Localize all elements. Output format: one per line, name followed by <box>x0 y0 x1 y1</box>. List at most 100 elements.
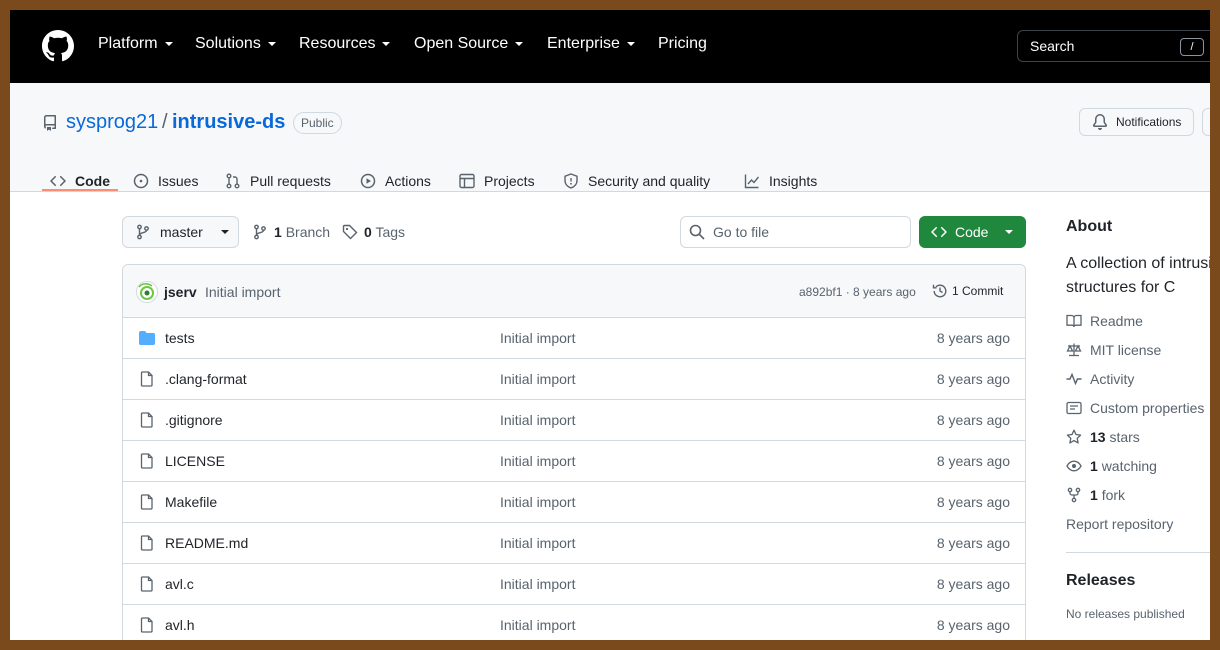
repo-icon <box>44 115 56 131</box>
tab-issues[interactable]: Issues <box>133 169 198 192</box>
license-link[interactable]: MIT license <box>1066 342 1161 358</box>
git-pull-request-icon <box>226 173 240 188</box>
tab-pull-requests[interactable]: Pull requests <box>225 169 331 192</box>
repo-owner-link[interactable]: sysprog21 <box>66 111 158 134</box>
file-row[interactable]: Makefile Initial import 8 years ago <box>123 481 1025 522</box>
folder-icon <box>139 331 155 345</box>
file-icon <box>140 576 153 592</box>
file-age: 8 years ago <box>936 576 1010 592</box>
activity-link[interactable]: Activity <box>1066 371 1134 387</box>
tab-actions[interactable]: Actions <box>360 169 431 192</box>
repo-name-link[interactable]: intrusive-ds <box>172 111 285 134</box>
file-icon <box>140 494 153 510</box>
file-name-link[interactable]: avl.h <box>165 617 195 633</box>
tab-code-label: Code <box>75 172 110 189</box>
releases-heading[interactable]: Releases <box>1066 572 1135 590</box>
nav-open-source[interactable]: Open Source <box>414 35 524 53</box>
file-commit-message[interactable]: Initial import <box>500 371 575 387</box>
file-age: 8 years ago <box>936 535 1010 551</box>
file-row[interactable]: tests Initial import 8 years ago <box>123 317 1025 358</box>
forks-link[interactable]: 1 fork <box>1066 487 1125 503</box>
file-row[interactable]: LICENSE Initial import 8 years ago <box>123 440 1025 481</box>
watchers-link[interactable]: 1 watching <box>1066 458 1157 474</box>
code-dropdown-button[interactable]: Code <box>919 216 1026 248</box>
tab-issues-label: Issues <box>158 172 199 189</box>
commit-author-link[interactable]: jserv <box>164 284 197 300</box>
nav-platform-label: Platform <box>98 35 158 52</box>
tab-insights[interactable]: Insights <box>744 169 817 192</box>
file-commit-message[interactable]: Initial import <box>500 330 575 346</box>
branches-link[interactable]: 1 Branch <box>252 224 330 240</box>
custom-properties-label: Custom properties <box>1090 400 1205 416</box>
file-commit-message[interactable]: Initial import <box>500 412 575 428</box>
go-to-file-input[interactable]: Go to file <box>680 216 911 248</box>
commits-history-link[interactable]: 1 Commit <box>932 283 1003 299</box>
notifications-label: Notifications <box>1116 115 1182 129</box>
nav-enterprise-label: Enterprise <box>547 35 620 52</box>
tags-link[interactable]: 0 Tags <box>342 224 405 240</box>
file-row[interactable]: avl.h Initial import 8 years ago <box>123 604 1025 640</box>
custom-properties-link[interactable]: Custom properties <box>1066 400 1204 416</box>
file-row[interactable]: .clang-format Initial import 8 years ago <box>123 358 1025 399</box>
notifications-button[interactable]: Notifications <box>1079 108 1194 136</box>
tab-projects[interactable]: Projects <box>459 169 535 192</box>
tag-label: Tags <box>375 224 406 240</box>
readme-link[interactable]: Readme <box>1066 313 1143 329</box>
avatar[interactable] <box>136 281 158 303</box>
chevron-down-icon <box>626 42 635 46</box>
file-name-link[interactable]: LICENSE <box>165 453 225 469</box>
code-icon <box>50 175 66 186</box>
file-age: 8 years ago <box>936 453 1010 469</box>
file-age: 8 years ago <box>936 617 1010 633</box>
file-commit-message[interactable]: Initial import <box>500 535 575 551</box>
branch-select-button[interactable]: master <box>122 216 239 248</box>
tab-pull-requests-label: Pull requests <box>250 172 331 189</box>
commit-hash-age[interactable]: a892bf1 · 8 years ago <box>799 285 916 299</box>
file-icon <box>140 453 153 469</box>
git-branch-icon <box>254 224 266 240</box>
tag-count: 0 <box>364 224 372 240</box>
file-commit-message[interactable]: Initial import <box>500 494 575 510</box>
go-to-file-placeholder: Go to file <box>713 224 770 240</box>
nav-solutions[interactable]: Solutions <box>195 35 277 53</box>
nav-resources[interactable]: Resources <box>299 35 391 53</box>
bell-icon <box>1092 114 1107 130</box>
file-row[interactable]: avl.c Initial import 8 years ago <box>123 563 1025 604</box>
chevron-down-icon <box>1005 230 1014 234</box>
pulse-icon <box>1066 372 1082 386</box>
nav-platform[interactable]: Platform <box>98 35 174 53</box>
file-name-link[interactable]: .gitignore <box>165 412 223 428</box>
nav-enterprise[interactable]: Enterprise <box>547 35 636 53</box>
latest-commit-bar: jserv Initial import a892bf1 · 8 years a… <box>123 265 1025 318</box>
file-commit-message[interactable]: Initial import <box>500 617 575 633</box>
file-commit-message[interactable]: Initial import <box>500 453 575 469</box>
file-name-link[interactable]: avl.c <box>165 576 194 592</box>
no-releases-text: No releases published <box>1066 607 1185 621</box>
stars-link[interactable]: 13 stars <box>1066 429 1140 445</box>
file-name-link[interactable]: tests <box>165 330 195 346</box>
file-name-link[interactable]: README.md <box>165 535 248 551</box>
stars-label: stars <box>1109 429 1140 445</box>
note-icon <box>1066 401 1082 415</box>
search-input[interactable]: Search / <box>1017 30 1210 62</box>
tag-icon <box>342 224 358 240</box>
file-icon <box>140 617 153 633</box>
shield-icon <box>564 172 578 189</box>
commit-count-label: 1 Commit <box>952 284 1004 298</box>
fork-button[interactable] <box>1202 108 1210 136</box>
file-name-link[interactable]: .clang-format <box>165 371 247 387</box>
commit-message-link[interactable]: Initial import <box>205 284 280 300</box>
chevron-down-icon <box>515 42 524 46</box>
nav-pricing[interactable]: Pricing <box>658 35 707 53</box>
law-icon <box>1066 343 1082 357</box>
tab-security[interactable]: Security and quality <box>563 169 710 192</box>
chevron-down-icon <box>220 230 229 234</box>
file-name-link[interactable]: Makefile <box>165 494 217 510</box>
code-button-label: Code <box>955 224 989 240</box>
file-row[interactable]: .gitignore Initial import 8 years ago <box>123 399 1025 440</box>
report-repository-link[interactable]: Report repository <box>1066 516 1173 532</box>
file-row[interactable]: README.md Initial import 8 years ago <box>123 522 1025 563</box>
github-logo-icon[interactable] <box>42 30 74 62</box>
file-commit-message[interactable]: Initial import <box>500 576 575 592</box>
report-repository-label: Report repository <box>1066 516 1174 532</box>
